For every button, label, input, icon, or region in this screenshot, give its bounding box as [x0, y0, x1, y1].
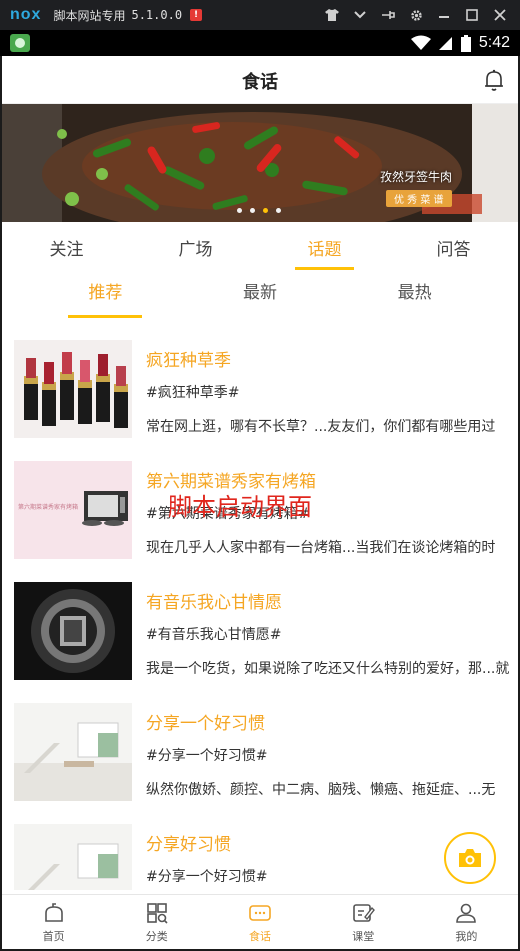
window-controls: [318, 0, 514, 30]
topic-thumbnail: [14, 340, 132, 438]
wifi-icon: [410, 35, 431, 50]
tab-square[interactable]: 广场: [131, 222, 260, 268]
app-screen: 食话 孜然牙签牛肉 优 秀 菜 谱 关注 广场 话题 问答 推荐 最新 最热 疯…: [2, 56, 518, 949]
carousel-dot[interactable]: [250, 208, 255, 213]
android-statusbar: 5:42: [0, 30, 520, 56]
emulator-title: 脚本网站专用: [53, 8, 126, 23]
topic-hashtag: #有音乐我心甘情愿#: [146, 627, 282, 643]
topic-title[interactable]: 有音乐我心甘情愿: [146, 588, 282, 613]
classroom-icon: [353, 904, 376, 922]
nav-chat[interactable]: 食话: [208, 895, 311, 949]
emulator-version: 5.1.0.0: [131, 8, 183, 22]
chat-icon: [249, 905, 271, 921]
topic-title[interactable]: 分享一个好习惯: [146, 709, 265, 734]
topic-description: 我是一个吃货，如果说除了吃还又什么特别的爱好，那...就: [146, 661, 510, 677]
topic-thumbnail: [14, 582, 132, 680]
subtab-recommended[interactable]: 推荐: [28, 270, 183, 318]
topic-hashtag: #疯狂种草季#: [146, 385, 240, 401]
subtab-hottest[interactable]: 最热: [337, 270, 492, 318]
app-header: 食话: [2, 56, 518, 104]
pin-icon[interactable]: [374, 0, 402, 30]
topic-description: 现在几乎人人家中都有一台烤箱...当我们在谈论烤箱的时: [146, 540, 496, 556]
topic-hashtag: #分享一个好习惯#: [146, 869, 268, 885]
nav-label: 首页: [42, 930, 65, 943]
topic-thumbnail: [14, 703, 132, 801]
nav-label: 我的: [455, 930, 478, 943]
nav-category[interactable]: 分类: [105, 895, 208, 949]
topic-thumbnail: 第六期菜谱秀家有烤箱: [14, 461, 132, 559]
camera-icon: [459, 849, 481, 867]
home-icon: [44, 903, 63, 922]
thumbnail-text: 第六期菜谱秀家有烤箱: [18, 503, 78, 511]
warning-icon[interactable]: !: [190, 9, 203, 21]
main-tabs: 关注 广场 话题 问答: [2, 222, 518, 270]
category-icon: [146, 903, 168, 924]
bottom-navigation: 首页 分类 食话 课堂 我的: [2, 894, 518, 949]
subtab-latest[interactable]: 最新: [183, 270, 338, 318]
nav-label: 食话: [249, 930, 271, 943]
shirt-icon[interactable]: [318, 0, 346, 30]
chevron-down-icon[interactable]: [346, 0, 374, 30]
topic-hashtag: #分享一个好习惯#: [146, 748, 268, 764]
nav-label: 课堂: [352, 930, 375, 943]
topic-thumbnail: [14, 824, 132, 890]
topic-item[interactable]: 疯狂种草季 #疯狂种草季# 常在网上逛，哪有不长草？...友友们，你们都有哪些用…: [2, 320, 518, 441]
sub-tabs: 推荐 最新 最热: [2, 270, 518, 318]
banner-caption: 孜然牙签牛肉: [380, 170, 453, 184]
carousel-dots: [237, 208, 281, 213]
topic-title[interactable]: 分享好习惯: [146, 830, 231, 855]
minimize-icon[interactable]: [430, 0, 458, 30]
battery-icon: [460, 34, 471, 52]
banner-tag: 优 秀 菜 谱: [386, 190, 452, 207]
topic-item[interactable]: 分享好习惯 #分享一个好习惯#: [2, 804, 518, 890]
carousel-dot[interactable]: [237, 208, 242, 213]
emulator-titlebar: nox 脚本网站专用 5.1.0.0 !: [0, 0, 520, 30]
maximize-icon[interactable]: [458, 0, 486, 30]
page-title: 食话: [242, 72, 278, 93]
topic-title[interactable]: 疯狂种草季: [146, 346, 231, 371]
script-overlay-label: 脚本启动界面: [168, 493, 312, 521]
clock: 5:42: [478, 34, 510, 51]
gear-icon[interactable]: [402, 0, 430, 30]
tab-topics[interactable]: 话题: [260, 222, 389, 270]
topic-item[interactable]: 分享一个好习惯 #分享一个好习惯# 纵然你傲娇、颜控、中二病、脑残、懒癌、拖延症…: [2, 683, 518, 804]
nav-classroom[interactable]: 课堂: [312, 895, 415, 949]
topic-item[interactable]: 有音乐我心甘情愿 #有音乐我心甘情愿# 我是一个吃货，如果说除了吃还又什么特别的…: [2, 562, 518, 683]
profile-icon: [456, 903, 477, 923]
topic-description: 常在网上逛，哪有不长草？...友友们，你们都有哪些用过: [146, 419, 496, 435]
notification-app-icon: [10, 34, 30, 52]
carousel-dot-active[interactable]: [263, 208, 268, 213]
banner-carousel[interactable]: 孜然牙签牛肉 优 秀 菜 谱: [2, 104, 518, 222]
signal-icon: [438, 37, 452, 50]
bell-icon[interactable]: [482, 68, 506, 92]
nav-profile[interactable]: 我的: [415, 895, 518, 949]
topic-list[interactable]: 疯狂种草季 #疯狂种草季# 常在网上逛，哪有不长草？...友友们，你们都有哪些用…: [2, 320, 518, 890]
close-icon[interactable]: [486, 0, 514, 30]
tab-follow[interactable]: 关注: [2, 222, 131, 268]
topic-description: 纵然你傲娇、颜控、中二病、脑残、懒癌、拖延症、...无: [146, 782, 496, 798]
nox-logo: nox: [10, 6, 42, 23]
tab-qa[interactable]: 问答: [389, 222, 518, 268]
carousel-dot[interactable]: [276, 208, 281, 213]
nav-label: 分类: [145, 930, 168, 943]
nav-home[interactable]: 首页: [2, 895, 105, 949]
camera-button[interactable]: [444, 832, 496, 884]
